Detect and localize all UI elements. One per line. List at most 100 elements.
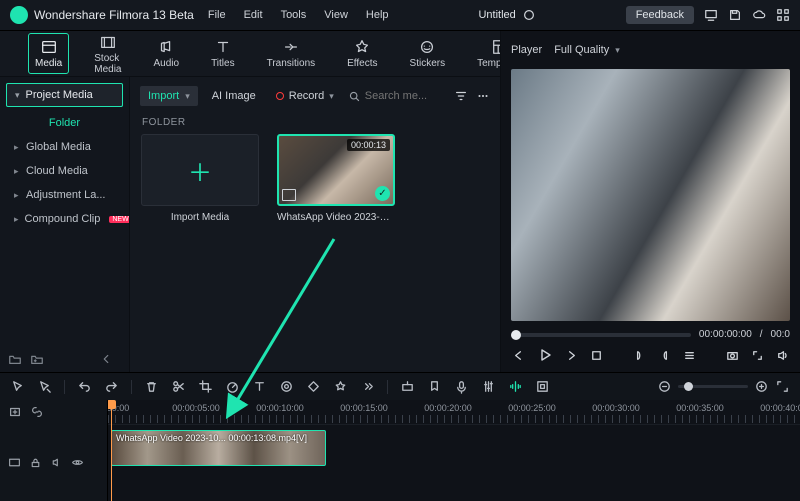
player-tab-label[interactable]: Player	[511, 44, 542, 56]
tab-transitions[interactable]: Transitions	[260, 33, 323, 74]
video-preview[interactable]	[511, 69, 790, 321]
record-icon	[276, 92, 284, 100]
zoom-in-icon[interactable]	[754, 379, 769, 394]
desktop-icon[interactable]	[704, 8, 718, 22]
titlebar: Wondershare Filmora 13 Beta File Edit To…	[0, 0, 800, 31]
color-icon[interactable]	[279, 379, 294, 394]
import-media-thumb[interactable]: ＋	[141, 134, 259, 206]
more-tools-icon[interactable]	[360, 379, 375, 394]
tab-effects[interactable]: Effects	[340, 33, 384, 74]
media-toolbar: Import ▾ AI Image Record ▾	[140, 83, 490, 109]
video-track-lane[interactable]: WhatsApp Video 2023-10... 00:00:13:08.mp…	[108, 424, 800, 470]
ai-image-button[interactable]: AI Image	[206, 86, 262, 106]
mark-out-icon[interactable]	[657, 348, 672, 363]
caret-right-icon: ▸	[14, 142, 20, 153]
unsaved-indicator-icon	[522, 8, 536, 22]
tree-global-media[interactable]: ▸Global Media	[0, 135, 129, 159]
caret-right-icon: ▸	[14, 190, 20, 201]
select-tool-icon[interactable]	[37, 379, 52, 394]
tab-stock-media[interactable]: Stock Media	[87, 28, 128, 80]
speed-icon[interactable]	[225, 379, 240, 394]
zoom-slider[interactable]	[678, 385, 748, 388]
zoom-handle[interactable]	[684, 382, 693, 391]
delete-icon[interactable]	[144, 379, 159, 394]
tab-stickers[interactable]: Stickers	[403, 33, 453, 74]
search-input[interactable]	[365, 90, 435, 102]
video-track-header[interactable]	[0, 424, 107, 501]
new-bin-icon[interactable]	[30, 352, 44, 366]
menu-edit[interactable]: Edit	[244, 9, 263, 21]
timeline-clip[interactable]: WhatsApp Video 2023-10... 00:00:13:08.mp…	[111, 430, 326, 466]
tab-audio[interactable]: Audio	[146, 33, 186, 74]
feedback-button[interactable]: Feedback	[626, 6, 694, 24]
markers-list-icon[interactable]	[682, 348, 697, 363]
filter-icon[interactable]	[454, 89, 468, 103]
menu-help[interactable]: Help	[366, 9, 389, 21]
prev-frame-icon[interactable]	[511, 348, 526, 363]
media-clip-card[interactable]: 00:00:13 ✓ WhatsApp Video 2023-10-05...	[276, 134, 396, 223]
tab-media[interactable]: Media	[28, 33, 69, 74]
fullscreen-icon[interactable]	[750, 348, 765, 363]
text-tool-icon[interactable]	[252, 379, 267, 394]
timeline: 00:00 00:00:05:00 00:00:10:00 00:00:15:0…	[0, 400, 800, 501]
preview-quality-dropdown[interactable]: Full Quality ▾	[554, 44, 620, 56]
cloud-icon[interactable]	[752, 8, 766, 22]
progress-track[interactable]	[511, 333, 691, 337]
apps-grid-icon[interactable]	[776, 8, 790, 22]
more-icon[interactable]	[476, 89, 490, 103]
menu-tools[interactable]: Tools	[281, 9, 307, 21]
voiceover-icon[interactable]	[454, 379, 469, 394]
crop-icon[interactable]	[198, 379, 213, 394]
stop-icon[interactable]	[589, 348, 604, 363]
tree-item-label: Adjustment La...	[26, 189, 106, 201]
adjust-icon[interactable]	[535, 379, 550, 394]
import-media-card[interactable]: ＋ Import Media	[140, 134, 260, 223]
mark-in-icon[interactable]	[632, 348, 647, 363]
tree-adjustment-layer[interactable]: ▸ Adjustment La...	[0, 183, 129, 207]
media-icon	[40, 38, 58, 56]
collapse-sidebar-icon[interactable]	[99, 352, 113, 366]
pointer-tool-icon[interactable]	[10, 379, 25, 394]
play-icon[interactable]	[536, 346, 554, 364]
project-media-dropdown[interactable]: ▾ Project Media	[6, 83, 123, 107]
volume-icon[interactable]	[775, 348, 790, 363]
auto-beat-icon[interactable]	[508, 379, 523, 394]
split-icon[interactable]	[171, 379, 186, 394]
keyframe-icon[interactable]	[306, 379, 321, 394]
render-icon[interactable]	[400, 379, 415, 394]
lock-track-icon[interactable]	[29, 456, 42, 469]
added-check-icon: ✓	[375, 186, 390, 201]
tree-cloud-media[interactable]: ▸Cloud Media	[0, 159, 129, 183]
zoom-out-icon[interactable]	[657, 379, 672, 394]
mute-track-icon[interactable]	[50, 456, 63, 469]
panel-tabstrip: Media Stock Media Audio Titles Transitio…	[0, 31, 500, 77]
menu-view[interactable]: View	[324, 9, 348, 21]
link-tracks-icon[interactable]	[30, 405, 44, 419]
snapshot-icon[interactable]	[725, 348, 740, 363]
next-frame-icon[interactable]	[564, 348, 579, 363]
effects-tool-icon[interactable]	[333, 379, 348, 394]
add-track-icon[interactable]	[8, 405, 22, 419]
zoom-fit-icon[interactable]	[775, 379, 790, 394]
record-dropdown[interactable]: Record ▾	[270, 86, 340, 106]
tree-compound-clip[interactable]: ▸Compound ClipNEW	[0, 207, 129, 231]
save-icon[interactable]	[728, 8, 742, 22]
tab-titles[interactable]: Titles	[204, 33, 242, 74]
marker-icon[interactable]	[427, 379, 442, 394]
new-folder-icon[interactable]	[8, 352, 22, 366]
clip-duration: 00:00:13	[347, 139, 390, 151]
media-clip-thumb[interactable]: 00:00:13 ✓	[277, 134, 395, 206]
audio-mixer-icon[interactable]	[481, 379, 496, 394]
playhead[interactable]	[111, 400, 112, 501]
hide-track-icon[interactable]	[71, 456, 84, 469]
undo-icon[interactable]	[77, 379, 92, 394]
redo-icon[interactable]	[104, 379, 119, 394]
aspect-ratio-icon	[282, 189, 296, 201]
document-title[interactable]: Untitled	[478, 9, 515, 21]
menu-file[interactable]: File	[208, 9, 226, 21]
search-field[interactable]	[348, 90, 446, 103]
timeline-tracks-area[interactable]: 00:00 00:00:05:00 00:00:10:00 00:00:15:0…	[108, 400, 800, 501]
timeline-ruler[interactable]: 00:00 00:00:05:00 00:00:10:00 00:00:15:0…	[108, 400, 800, 424]
import-dropdown[interactable]: Import ▾	[140, 86, 198, 106]
progress-handle[interactable]	[511, 330, 521, 340]
